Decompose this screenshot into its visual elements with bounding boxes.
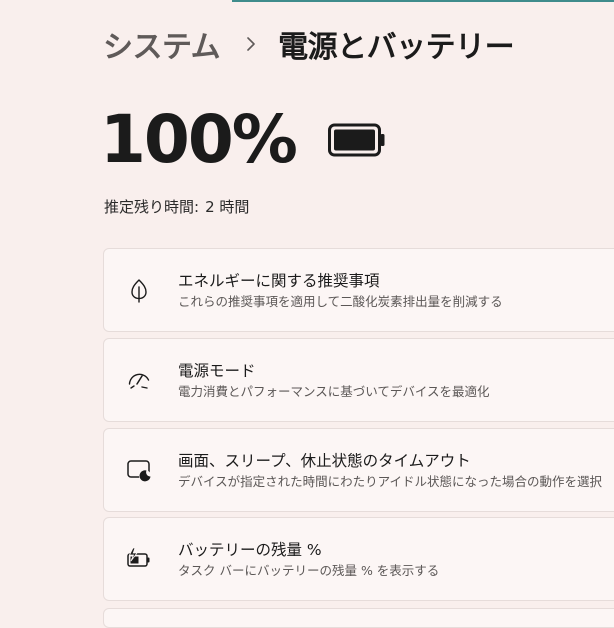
estimate-label: 推定残り時間: — [104, 198, 200, 216]
estimated-time-remaining: 推定残り時間: 2 時間 — [104, 196, 249, 217]
breadcrumb-parent-system[interactable]: システム — [103, 22, 221, 66]
card-text: 電源モード 電力消費とパフォーマンスに基づいてデバイスを最適化 — [178, 361, 490, 401]
screen-sleep-timeout-card[interactable]: 画面、スリープ、休止状態のタイムアウト デバイスが指定された時間にわたりアイドル… — [103, 428, 614, 512]
card-title: バッテリーの残量 % — [178, 541, 322, 559]
battery-full-icon — [327, 123, 385, 157]
card-subtitle: デバイスが指定された時間にわたりアイドル状態になった場合の動作を選択 — [178, 474, 603, 489]
card-title: 電源モード — [178, 362, 256, 380]
card-subtitle: タスク バーにバッテリーの残量 % を表示する — [178, 563, 440, 578]
breadcrumb: システム 電源とバッテリー — [103, 22, 515, 66]
leaf-icon — [131, 279, 147, 303]
card-text: エネルギーに関する推奨事項 これらの推奨事項を適用して二酸化炭素排出量を削減する — [178, 271, 503, 311]
battery-percentage: 100% — [100, 101, 298, 178]
gauge-icon — [128, 373, 150, 389]
power-mode-card[interactable]: 電源モード 電力消費とパフォーマンスに基づいてデバイスを最適化 — [103, 338, 614, 422]
window-top-accent — [232, 0, 614, 2]
screen-sleep-icon — [127, 460, 151, 482]
card-text: 画面、スリープ、休止状態のタイムアウト デバイスが指定された時間にわたりアイドル… — [178, 451, 602, 491]
estimate-value: 2 時間 — [205, 198, 250, 216]
card-title: エネルギーに関する推奨事項 — [178, 272, 380, 290]
battery-status: 100% — [100, 100, 386, 180]
card-title: 画面、スリープ、休止状態のタイムアウト — [178, 452, 471, 470]
next-settings-card[interactable] — [103, 608, 614, 628]
energy-recommendations-card[interactable]: エネルギーに関する推奨事項 これらの推奨事項を適用して二酸化炭素排出量を削減する — [103, 248, 614, 332]
card-subtitle: これらの推奨事項を適用して二酸化炭素排出量を削減する — [178, 294, 503, 309]
card-subtitle: 電力消費とパフォーマンスに基づいてデバイスを最適化 — [178, 384, 490, 399]
battery-charging-icon — [127, 547, 150, 567]
page-title: 電源とバッテリー — [278, 30, 515, 65]
battery-percentage-card[interactable]: バッテリーの残量 % タスク バーにバッテリーの残量 % を表示する — [103, 517, 614, 601]
card-text: バッテリーの残量 % タスク バーにバッテリーの残量 % を表示する — [178, 540, 439, 580]
chevron-right-icon — [247, 37, 255, 51]
